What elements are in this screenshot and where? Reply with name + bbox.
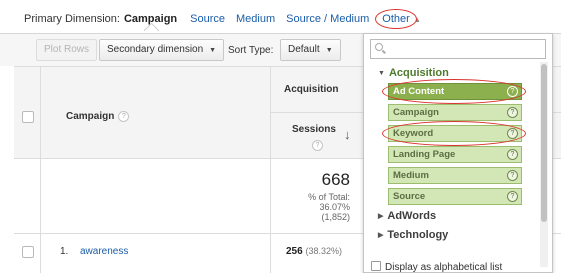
row-index: 1. <box>60 246 69 257</box>
option-medium[interactable]: Medium? <box>388 167 522 184</box>
triangle-right-icon: ▶ <box>378 213 384 220</box>
sessions-total: 668 <box>321 170 350 189</box>
group-adwords[interactable]: ▶ AdWords <box>378 210 436 222</box>
row-campaign-link[interactable]: awareness <box>80 246 128 257</box>
dimension-campaign-active: Campaign <box>123 13 178 25</box>
dimension-other-dropdown[interactable]: Other ▲ <box>375 9 421 29</box>
option-label: Source <box>393 191 426 202</box>
alphabetical-label: Display as alphabetical list <box>385 262 503 273</box>
option-label: Medium <box>393 170 429 181</box>
help-icon[interactable]: ? <box>507 170 518 181</box>
other-dimension-panel: ▼ Acquisition Ad Content? Campaign? Keywo… <box>363 33 553 273</box>
acquisition-header: Acquisition <box>284 84 339 95</box>
annotation-circle <box>382 121 526 146</box>
search-icon <box>375 43 383 51</box>
sessions-column-header[interactable]: Sessions <box>292 124 336 135</box>
group-acquisition-label: Acquisition <box>388 67 449 79</box>
annotation-circle <box>375 9 418 29</box>
chevron-down-icon: ▼ <box>325 47 333 54</box>
group-technology[interactable]: ▶ Technology <box>378 229 448 241</box>
chevron-down-icon: ▼ <box>209 47 217 54</box>
help-icon[interactable]: ? <box>118 111 130 122</box>
campaign-header-label: Campaign <box>66 111 115 123</box>
row-sessions-pct: (38.32%) <box>305 246 342 256</box>
panel-scrollbar[interactable] <box>540 62 548 267</box>
help-icon[interactable]: ? <box>507 107 518 118</box>
help-icon[interactable]: ? <box>312 140 323 151</box>
secondary-dimension-dropdown[interactable]: Secondary dimension ▼ <box>99 39 225 61</box>
primary-dimension-bar: Primary Dimension: Campaign Source Mediu… <box>24 9 421 29</box>
row-checkbox[interactable] <box>22 246 34 258</box>
option-label: Campaign <box>393 107 439 118</box>
sessions-total-detail: % of Total: 36.07% (1,852) <box>286 192 350 222</box>
group-acquisition[interactable]: ▼ Acquisition <box>378 67 449 79</box>
secondary-dimension-label: Secondary dimension <box>107 44 204 55</box>
plot-rows-button[interactable]: Plot Rows <box>36 39 98 61</box>
alphabetical-checkbox[interactable] <box>371 261 381 271</box>
sort-type-dropdown[interactable]: Default ▼ <box>280 39 341 61</box>
group-adwords-label: AdWords <box>387 210 437 222</box>
dimension-link-medium[interactable]: Medium <box>236 13 275 25</box>
dimension-link-source[interactable]: Source <box>190 13 225 25</box>
select-all-checkbox[interactable] <box>22 111 34 123</box>
dimension-search-input[interactable] <box>370 39 546 59</box>
pct-of-total-label: % of Total: <box>308 192 350 202</box>
option-campaign[interactable]: Campaign? <box>388 104 522 121</box>
pct-of-total-value: 36.07% <box>319 202 350 212</box>
option-label: Landing Page <box>393 149 456 160</box>
dimension-link-source-medium[interactable]: Source / Medium <box>286 13 369 25</box>
sort-descending-icon[interactable]: ↓ <box>344 127 351 142</box>
group-technology-label: Technology <box>387 229 449 241</box>
help-icon[interactable]: ? <box>507 191 518 202</box>
triangle-down-icon: ▼ <box>378 70 385 77</box>
annotation-circle <box>382 79 526 104</box>
option-landing-page[interactable]: Landing Page? <box>388 146 522 163</box>
option-source[interactable]: Source? <box>388 188 522 205</box>
help-icon[interactable]: ? <box>507 149 518 160</box>
primary-dimension-label: Primary Dimension: <box>24 13 120 25</box>
scrollbar-thumb[interactable] <box>541 64 547 222</box>
sort-type-label: Sort Type: <box>228 45 274 56</box>
sort-type-value: Default <box>288 44 320 55</box>
campaign-column-header[interactable]: Campaign? <box>66 111 130 123</box>
triangle-right-icon: ▶ <box>378 232 384 239</box>
alphabetical-list-option[interactable]: Display as alphabetical list <box>371 261 503 273</box>
row-sessions: 256 (38.32%) <box>286 246 342 257</box>
total-sessions-value: (1,852) <box>321 212 350 222</box>
row-sessions-value: 256 <box>286 246 303 257</box>
